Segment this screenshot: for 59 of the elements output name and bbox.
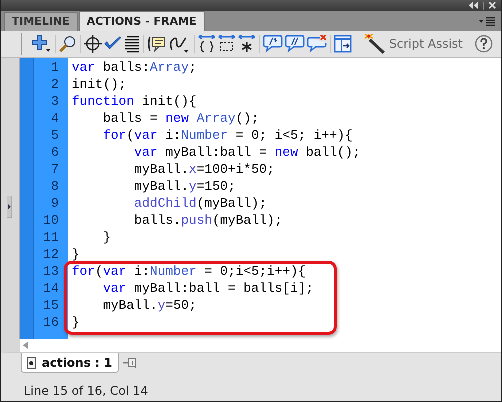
line-number: 16 — [42, 315, 60, 332]
code-line: myBall.x=100+i*50; — [133, 162, 276, 179]
line-number: 2 — [50, 77, 60, 94]
code-line: myBall.y=50; — [102, 298, 198, 315]
code-line: } — [72, 247, 81, 264]
search-icon[interactable] — [59, 35, 77, 53]
pin-icon[interactable] — [122, 357, 138, 369]
line-number: 4 — [50, 111, 60, 128]
wand-icon[interactable] — [364, 34, 386, 54]
note-icon[interactable] — [147, 35, 167, 53]
line-number: 3 — [50, 94, 60, 111]
code-line: balls.push(myBall); — [133, 213, 284, 230]
code-line: init(); — [72, 77, 128, 94]
line-number: 1 — [50, 60, 60, 77]
expand-handle-icon[interactable] — [7, 196, 12, 218]
braces-icon[interactable] — [198, 35, 216, 53]
help-icon[interactable] — [475, 35, 493, 53]
code-line: } — [72, 315, 81, 332]
panel-tab[interactable]: TIMELINE — [4, 12, 78, 31]
panel-menu-icon[interactable] — [479, 17, 495, 26]
comment-icon[interactable] — [263, 35, 283, 53]
line-number: 12 — [42, 247, 60, 264]
line-number: 14 — [42, 281, 60, 298]
status-bar-text: Line 15 of 16, Col 14 — [23, 383, 150, 400]
file-tab[interactable]: actions : 1 — [21, 353, 118, 373]
code-line: balls = new Array(); — [102, 111, 260, 128]
script-assist-label[interactable]: Script Assist — [389, 37, 463, 51]
add-icon[interactable] — [32, 35, 52, 53]
close-icon[interactable] — [489, 2, 496, 9]
code-line: for(var i:Number = 0;i<5;i++){ — [72, 264, 308, 281]
panel-tab[interactable]: ACTIONS - FRAME — [78, 11, 205, 31]
comment-icon[interactable] — [285, 35, 305, 53]
line-number: 13 — [42, 264, 60, 281]
line-number: 8 — [50, 179, 60, 196]
panel-icon[interactable] — [334, 35, 352, 53]
code-line: var myBall:ball = new ball(); — [133, 145, 362, 162]
line-number: 10 — [42, 213, 60, 230]
target-icon[interactable] — [84, 35, 102, 53]
line-number: 5 — [50, 128, 60, 145]
collapse-icon[interactable] — [469, 2, 478, 9]
line-number: 11 — [42, 230, 60, 247]
comment-icon[interactable] — [307, 35, 327, 53]
lines-icon[interactable] — [124, 35, 140, 53]
line-number: 15 — [42, 298, 60, 315]
line-number: 6 — [50, 145, 60, 162]
dashed-rect-icon[interactable] — [218, 35, 236, 53]
code-line: myBall.y=150; — [133, 179, 237, 196]
asterisk-icon[interactable] — [238, 35, 256, 53]
code-line: var myBall:ball = balls[i]; — [102, 281, 315, 298]
code-line: addChild(myBall); — [133, 196, 268, 213]
scroll-left-icon[interactable] — [23, 342, 28, 349]
line-number: 7 — [50, 162, 60, 179]
line-number: 9 — [50, 196, 60, 213]
file-icon — [27, 356, 36, 368]
pen-icon[interactable] — [169, 35, 191, 53]
code-line: for(var i:Number = 0; i<5; i++){ — [102, 128, 354, 145]
code-line: function init(){ — [72, 94, 198, 111]
code-line: var balls:Array; — [72, 60, 198, 77]
code-line: } — [102, 230, 112, 247]
